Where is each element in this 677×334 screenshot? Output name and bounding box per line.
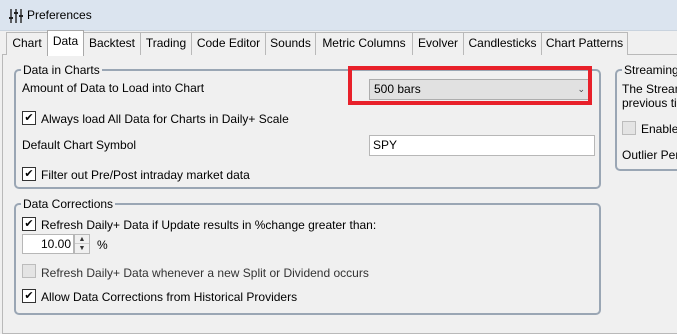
pct-unit-label: %	[97, 238, 108, 252]
refresh-split-label: Refresh Daily+ Data whenever a new Split…	[41, 266, 369, 280]
pct-change-spin-buttons[interactable]: ▲ ▼	[74, 234, 90, 254]
data-in-charts-title: Data in Charts	[21, 63, 102, 77]
streaming-title: Streaming	[622, 63, 677, 77]
filter-prepost-checkbox[interactable]: ✔	[22, 167, 36, 181]
spin-up-icon[interactable]: ▲	[75, 235, 89, 244]
tab-sounds[interactable]: Sounds	[265, 32, 316, 55]
spin-down-icon[interactable]: ▼	[75, 244, 89, 253]
filter-prepost-label: Filter out Pre/Post intraday market data	[41, 168, 250, 182]
data-corrections-title: Data Corrections	[21, 197, 116, 211]
refresh-split-checkbox[interactable]	[22, 264, 36, 278]
tab-candlesticks[interactable]: Candlesticks	[463, 32, 542, 55]
default-symbol-label: Default Chart Symbol	[22, 138, 137, 152]
tab-chart[interactable]: Chart	[6, 32, 48, 55]
streaming-enable-checkbox[interactable]	[622, 121, 636, 135]
tab-strip: Chart Data Backtest Trading Code Editor …	[0, 30, 677, 56]
amount-of-data-label: Amount of Data to Load into Chart	[22, 81, 205, 95]
always-load-checkbox[interactable]: ✔	[22, 111, 36, 125]
window-title: Preferences	[27, 8, 92, 22]
default-symbol-input[interactable]: SPY	[369, 135, 595, 156]
tab-trading[interactable]: Trading	[140, 32, 192, 55]
pct-change-spinner[interactable]: 10.00	[22, 234, 74, 254]
tab-backtest[interactable]: Backtest	[83, 32, 141, 55]
tab-chart-patterns[interactable]: Chart Patterns	[541, 32, 628, 55]
highlight-box	[348, 66, 592, 105]
sliders-icon	[9, 8, 23, 24]
title-bar: Preferences	[0, 0, 677, 31]
refresh-pct-checkbox[interactable]: ✔	[22, 217, 36, 231]
tab-code-editor[interactable]: Code Editor	[191, 32, 266, 55]
streaming-desc-line1: The Stream	[622, 82, 677, 96]
always-load-label: Always load All Data for Charts in Daily…	[41, 112, 289, 126]
refresh-pct-label: Refresh Daily+ Data if Update results in…	[41, 218, 377, 232]
tab-data[interactable]: Data	[47, 30, 84, 56]
outlier-label: Outlier Per	[622, 148, 677, 162]
allow-corrections-checkbox[interactable]: ✔	[22, 289, 36, 303]
streaming-desc-line2: previous ti	[622, 96, 677, 110]
tab-evolver[interactable]: Evolver	[412, 32, 464, 55]
allow-corrections-label: Allow Data Corrections from Historical P…	[41, 290, 298, 304]
streaming-enable-label: Enable	[641, 122, 677, 136]
tab-metric-columns[interactable]: Metric Columns	[315, 32, 413, 55]
